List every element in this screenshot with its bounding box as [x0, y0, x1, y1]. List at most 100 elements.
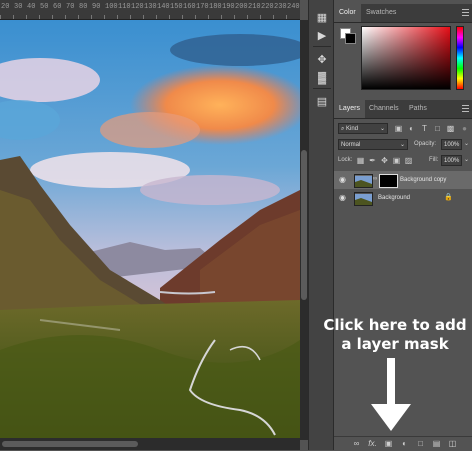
shape-filter-icon[interactable]: □ [433, 124, 442, 133]
ruler-tick-line [260, 15, 261, 19]
ruler-tick-label: 40 [27, 3, 36, 11]
type-filter-icon[interactable]: T [420, 124, 429, 133]
fill-label: Fill: [429, 157, 439, 163]
ruler-tick-label: 170 [196, 3, 209, 11]
lock-row: Lock: ▦ ✒ ✥ ▣ ▨ Fill: 100% ⌄ [334, 154, 472, 168]
lock-label: Lock: [338, 157, 353, 163]
add-mask-icon[interactable]: ▣ [384, 439, 393, 449]
layer-name[interactable]: Background [378, 189, 410, 207]
ruler-tick-line [91, 15, 92, 19]
history-icon[interactable]: ▦ [314, 10, 330, 26]
folder-icon[interactable]: □ [416, 439, 425, 449]
layers-panel-tabbar: Layers Channels Paths [334, 100, 472, 119]
tab-color[interactable]: Color [334, 4, 361, 22]
filter-kind-select[interactable]: ⌕ Kind ⌄ [338, 123, 388, 134]
pixel-layer-filter-icon[interactable]: ▣ [394, 124, 403, 133]
ruler-tick-line [286, 15, 287, 19]
play-actions-icon[interactable]: ▶ [314, 28, 330, 44]
hue-slider[interactable] [456, 26, 464, 90]
tab-swatches[interactable]: Swatches [361, 4, 401, 22]
lock-position-icon[interactable]: ✥ [380, 156, 389, 165]
filter-kind-value: Kind [346, 126, 359, 132]
properties-icon[interactable]: ▤ [314, 94, 330, 110]
layer-row-background-copy[interactable]: ◉ ∞ Background copy [334, 171, 472, 189]
panel-menu-icon[interactable] [462, 9, 469, 16]
ruler-tick-label: 90 [92, 3, 101, 11]
trash-icon[interactable]: ◫ [448, 439, 457, 449]
lock-artboard-icon[interactable]: ▣ [392, 156, 401, 165]
ruler-tick-label: 20 [1, 3, 10, 11]
ruler-tick-line [26, 15, 27, 19]
ruler-tick-label: 230 [274, 3, 287, 11]
ruler-tick-line [273, 15, 274, 19]
ruler-tick-line [65, 15, 66, 19]
ruler-tick-line [0, 15, 1, 19]
ruler-tick-label: 210 [248, 3, 261, 11]
panel-menu-icon[interactable] [462, 105, 469, 112]
ruler-tick-line [104, 15, 105, 19]
layers-bottom-bar: ∞ fx. ▣ ◐ □ ▤ ◫ [334, 436, 472, 451]
chevron-down-icon: ⌄ [399, 142, 405, 148]
lock-transparent-icon[interactable]: ▦ [356, 156, 365, 165]
filter-toggle-icon[interactable]: ● [460, 124, 469, 133]
layer-filter-row: ⌕ Kind ⌄ ▣ ◐ T □ ▩ ● [334, 122, 472, 136]
background-color-swatch[interactable] [345, 33, 356, 44]
opacity-input[interactable]: 100% [441, 139, 462, 150]
ruler-tick-line [130, 15, 131, 19]
layer-row-background[interactable]: ◉ Background 🔒 [334, 189, 472, 207]
callout-text: Click here to add a layer mask [320, 316, 470, 354]
horizontal-scroll-thumb[interactable] [2, 441, 138, 447]
ruler-tick-line [78, 15, 79, 19]
ruler-tick-label: 50 [40, 3, 49, 11]
ruler-tick-label: 130 [144, 3, 157, 11]
chevron-down-icon[interactable]: ⌄ [464, 155, 469, 166]
ruler-tick-line [39, 15, 40, 19]
chevron-down-icon: ⌄ [379, 126, 385, 132]
blend-row: Normal ⌄ Opacity: 100% ⌄ [334, 138, 472, 152]
new-layer-icon[interactable]: ▤ [432, 439, 441, 449]
smart-object-filter-icon[interactable]: ▩ [446, 124, 455, 133]
link-icon[interactable]: ∞ [352, 439, 361, 449]
fx-icon[interactable]: fx. [368, 439, 377, 449]
document-canvas[interactable] [0, 20, 300, 438]
adjustment-icon[interactable]: ◐ [400, 439, 409, 449]
search-icon: ⌕ [341, 126, 345, 132]
fill-input[interactable]: 100% [441, 155, 462, 166]
lock-icon: 🔒 [444, 194, 453, 201]
chevron-down-icon[interactable]: ⌄ [464, 139, 469, 150]
callout-line-1: Click here to add [323, 316, 467, 334]
callout-line-2: a layer mask [341, 335, 449, 353]
color-picker-field[interactable] [361, 26, 451, 90]
vertical-scroll-thumb[interactable] [301, 150, 307, 300]
ruler-tick-line [169, 15, 170, 19]
visibility-eye-icon[interactable]: ◉ [339, 176, 348, 184]
adjustments-icon[interactable]: ✥ [314, 52, 330, 68]
ruler-tick-label: 150 [170, 3, 183, 11]
link-icon[interactable]: ∞ [372, 175, 378, 184]
layer-thumbnail [354, 192, 373, 206]
ruler-tick-line [221, 15, 222, 19]
tab-paths[interactable]: Paths [404, 100, 432, 118]
layer-name[interactable]: Background copy [400, 171, 446, 189]
histogram-icon[interactable]: ▓ [314, 70, 330, 86]
ruler-tick-line [234, 15, 235, 19]
ruler-tick-line [156, 15, 157, 19]
horizontal-ruler: 20 30 40 50 60 70 80 90 100 110 120 130 140 150 160 170… [0, 0, 300, 20]
lock-image-icon[interactable]: ✒ [368, 156, 377, 165]
lock-all-icon[interactable]: ▨ [404, 156, 413, 165]
visibility-eye-icon[interactable]: ◉ [339, 194, 348, 202]
layer-mask-thumbnail[interactable] [379, 174, 398, 188]
ruler-tick-label: 80 [79, 3, 88, 11]
adjustment-filter-icon[interactable]: ◐ [407, 124, 416, 133]
ruler-tick-label: 100 [105, 3, 118, 11]
ruler-tick-label: 190 [222, 3, 235, 11]
divider [313, 88, 331, 89]
tab-layers[interactable]: Layers [334, 100, 366, 118]
tab-channels[interactable]: Channels [364, 100, 404, 118]
layer-thumbnail [354, 174, 373, 188]
blend-mode-select[interactable]: Normal ⌄ [338, 139, 408, 150]
ruler-tick-label: 30 [14, 3, 23, 11]
down-arrow-icon [371, 358, 411, 431]
ruler-tick-label: 70 [66, 3, 75, 11]
ruler-tick-label: 240 [287, 3, 300, 11]
